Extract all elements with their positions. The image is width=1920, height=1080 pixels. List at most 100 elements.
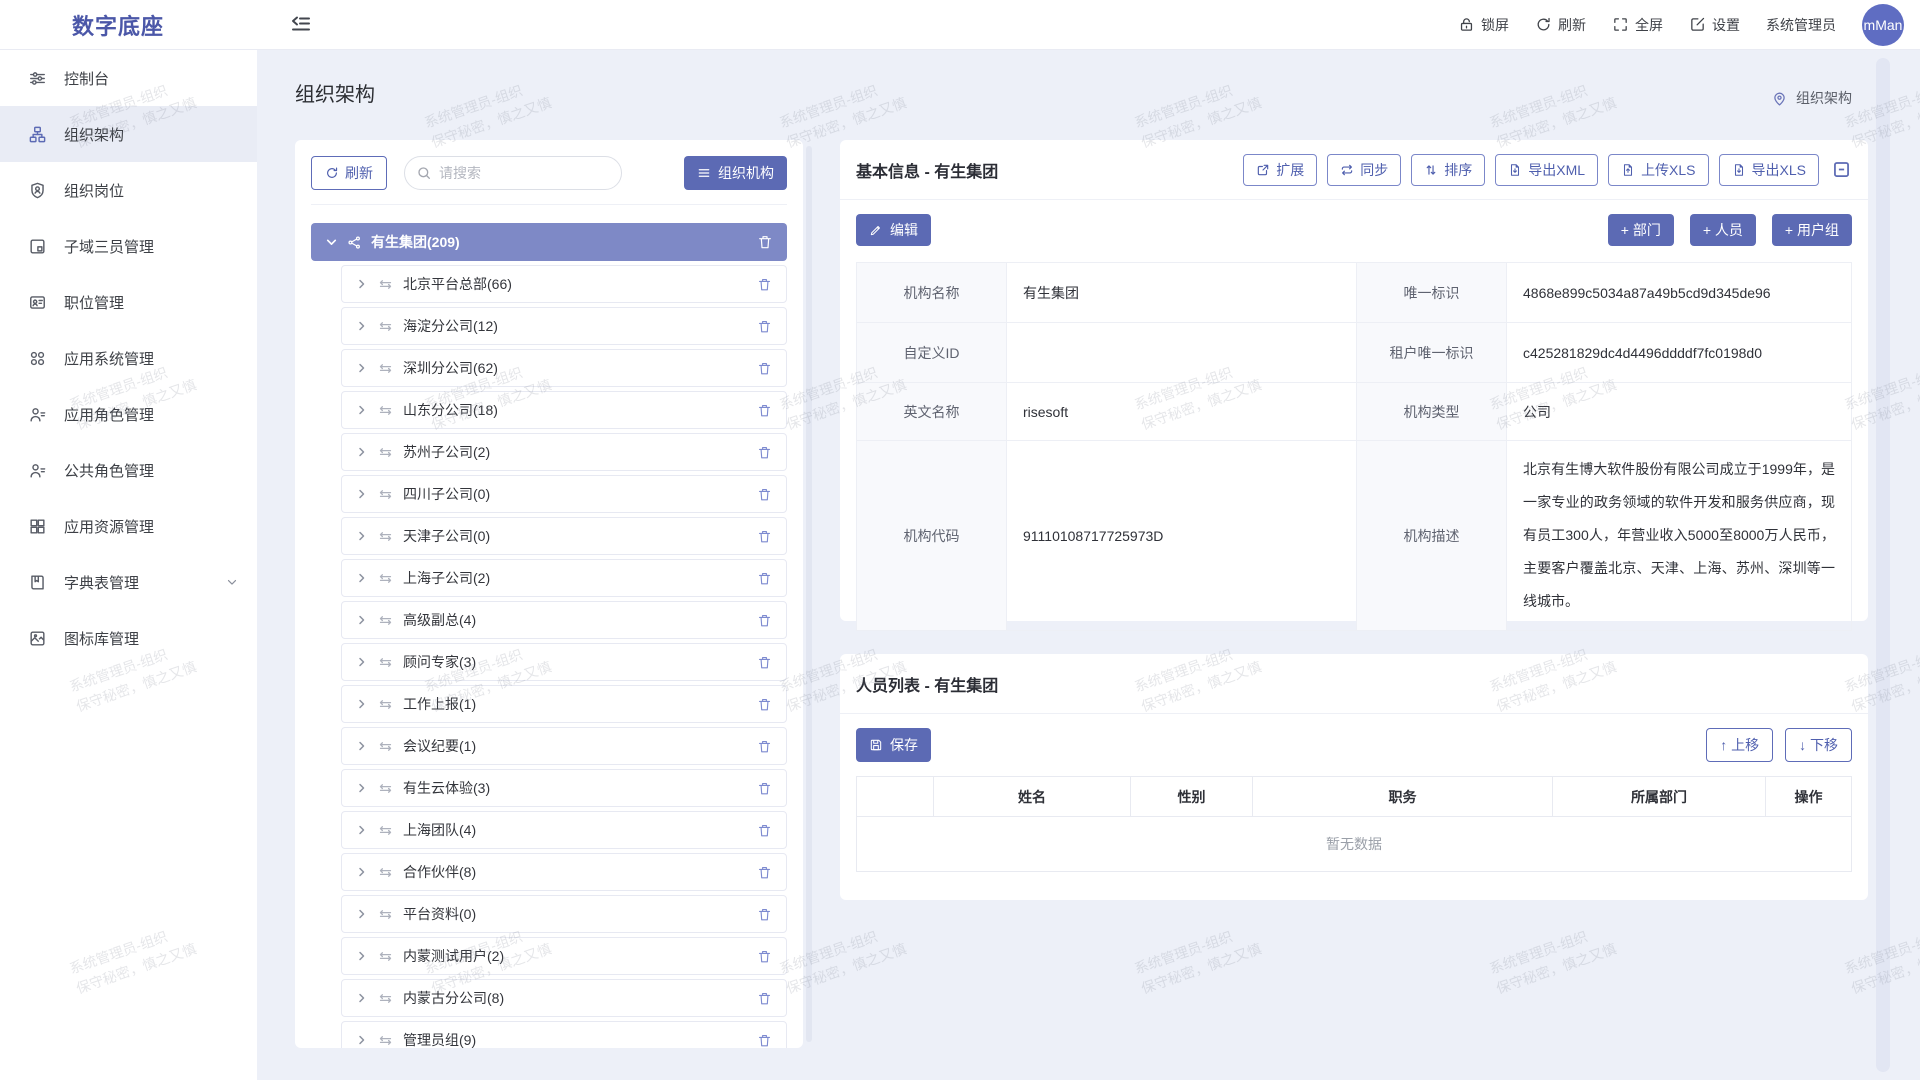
chevron-right-icon[interactable] <box>356 488 368 500</box>
chevron-right-icon[interactable] <box>356 320 368 332</box>
tree-scrollbar[interactable] <box>806 146 812 1042</box>
tree-node[interactable]: 工作上报(1) <box>341 685 787 723</box>
delete-icon[interactable] <box>757 529 772 544</box>
settings-button[interactable]: 设置 <box>1689 15 1740 35</box>
expand-button[interactable]: 扩展 <box>1243 154 1317 186</box>
sidebar-item-console[interactable]: 控制台 <box>0 50 257 106</box>
tree-node[interactable]: 苏州子公司(2) <box>341 433 787 471</box>
drag-handle-icon[interactable] <box>378 739 393 754</box>
tree-node[interactable]: 四川子公司(0) <box>341 475 787 513</box>
tree-node[interactable]: 内蒙测试用户(2) <box>341 937 787 975</box>
drag-handle-icon[interactable] <box>378 655 393 670</box>
drag-handle-icon[interactable] <box>378 613 393 628</box>
refresh-button[interactable]: 刷新 <box>1535 15 1586 35</box>
sidebar-item-public-role-admin[interactable]: 公共角色管理 <box>0 442 257 498</box>
chevron-right-icon[interactable] <box>356 950 368 962</box>
delete-icon[interactable] <box>757 949 772 964</box>
delete-icon[interactable] <box>757 571 772 586</box>
sidebar-item-icon-library-admin[interactable]: 图标库管理 <box>0 610 257 666</box>
delete-icon[interactable] <box>757 319 772 334</box>
tree-node[interactable]: 高级副总(4) <box>341 601 787 639</box>
delete-icon[interactable] <box>757 865 772 880</box>
delete-icon[interactable] <box>757 487 772 502</box>
move-up-button[interactable]: ↑ 上移 <box>1706 728 1773 762</box>
move-down-button[interactable]: ↓ 下移 <box>1785 728 1852 762</box>
sidebar-item-app-system-admin[interactable]: 应用系统管理 <box>0 330 257 386</box>
save-button[interactable]: 保存 <box>856 728 931 762</box>
tree-node[interactable]: 天津子公司(0) <box>341 517 787 555</box>
chevron-right-icon[interactable] <box>356 278 368 290</box>
tree-node[interactable]: 海淀分公司(12) <box>341 307 787 345</box>
chevron-right-icon[interactable] <box>356 740 368 752</box>
delete-icon[interactable] <box>757 1033 772 1048</box>
tree-node[interactable]: 上海团队(4) <box>341 811 787 849</box>
tree-refresh-button[interactable]: 刷新 <box>311 156 387 190</box>
tree-root-node[interactable]: 有生集团(209) <box>311 223 787 261</box>
org-structure-button[interactable]: 组织机构 <box>684 156 787 190</box>
delete-icon[interactable] <box>757 613 772 628</box>
sidebar-collapse-icon[interactable] <box>289 13 313 37</box>
drag-handle-icon[interactable] <box>378 319 393 334</box>
export-xml-button[interactable]: 导出XML <box>1495 154 1598 186</box>
tree-node[interactable]: 顾问专家(3) <box>341 643 787 681</box>
delete-icon[interactable] <box>757 361 772 376</box>
tree-node[interactable]: 内蒙古分公司(8) <box>341 979 787 1017</box>
upload-xls-button[interactable]: 上传XLS <box>1608 154 1708 186</box>
tree-node[interactable]: 深圳分公司(62) <box>341 349 787 387</box>
drag-handle-icon[interactable] <box>378 823 393 838</box>
chevron-right-icon[interactable] <box>356 656 368 668</box>
chevron-right-icon[interactable] <box>356 614 368 626</box>
chevron-right-icon[interactable] <box>356 362 368 374</box>
chevron-right-icon[interactable] <box>356 824 368 836</box>
chevron-right-icon[interactable] <box>356 404 368 416</box>
delete-icon[interactable] <box>757 907 772 922</box>
lock-screen-button[interactable]: 锁屏 <box>1458 15 1509 35</box>
tree-search-input[interactable] <box>404 156 622 190</box>
tree-node[interactable]: 上海子公司(2) <box>341 559 787 597</box>
chevron-right-icon[interactable] <box>356 908 368 920</box>
delete-icon[interactable] <box>757 991 772 1006</box>
page-scrollbar[interactable] <box>1876 58 1890 1072</box>
sidebar-item-app-resource-admin[interactable]: 应用资源管理 <box>0 498 257 554</box>
tree-node[interactable]: 有生云体验(3) <box>341 769 787 807</box>
panel-collapse-icon[interactable] <box>1831 159 1852 180</box>
delete-icon[interactable] <box>757 823 772 838</box>
delete-icon[interactable] <box>757 403 772 418</box>
tree-node[interactable]: 平台资料(0) <box>341 895 787 933</box>
current-user[interactable]: 系统管理员 <box>1766 15 1836 35</box>
sort-button[interactable]: 排序 <box>1411 154 1485 186</box>
drag-handle-icon[interactable] <box>378 865 393 880</box>
tree-node[interactable]: 合作伙伴(8) <box>341 853 787 891</box>
edit-button[interactable]: 编辑 <box>856 214 931 246</box>
chevron-right-icon[interactable] <box>356 1034 368 1046</box>
delete-icon[interactable] <box>757 697 772 712</box>
avatar[interactable]: mMan <box>1862 4 1904 46</box>
chevron-down-icon[interactable] <box>325 236 338 249</box>
drag-handle-icon[interactable] <box>378 529 393 544</box>
add-department-button[interactable]: + 部门 <box>1608 214 1674 246</box>
sidebar-item-app-role-admin[interactable]: 应用角色管理 <box>0 386 257 442</box>
chevron-right-icon[interactable] <box>356 572 368 584</box>
drag-handle-icon[interactable] <box>378 571 393 586</box>
drag-handle-icon[interactable] <box>378 361 393 376</box>
drag-handle-icon[interactable] <box>378 487 393 502</box>
drag-handle-icon[interactable] <box>378 907 393 922</box>
tree-node[interactable]: 北京平台总部(66) <box>341 265 787 303</box>
add-person-button[interactable]: + 人员 <box>1690 214 1756 246</box>
tree-node[interactable]: 山东分公司(18) <box>341 391 787 429</box>
delete-icon[interactable] <box>757 234 773 250</box>
tree-node[interactable]: 管理员组(9) <box>341 1021 787 1048</box>
sidebar-item-org-structure[interactable]: 组织架构 <box>0 106 257 162</box>
delete-icon[interactable] <box>757 739 772 754</box>
chevron-right-icon[interactable] <box>356 446 368 458</box>
drag-handle-icon[interactable] <box>378 1033 393 1048</box>
delete-icon[interactable] <box>757 277 772 292</box>
sidebar-item-org-post[interactable]: 组织岗位 <box>0 162 257 218</box>
drag-handle-icon[interactable] <box>378 277 393 292</box>
delete-icon[interactable] <box>757 781 772 796</box>
drag-handle-icon[interactable] <box>378 781 393 796</box>
sidebar-item-dictionary-admin[interactable]: 字典表管理 <box>0 554 257 610</box>
drag-handle-icon[interactable] <box>378 403 393 418</box>
sidebar-item-subdomain-admin[interactable]: 子域三员管理 <box>0 218 257 274</box>
chevron-right-icon[interactable] <box>356 866 368 878</box>
